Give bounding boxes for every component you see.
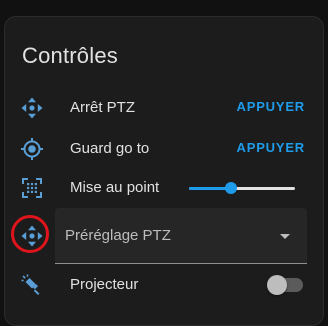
select-value: Préréglage PTZ xyxy=(65,227,171,244)
crosshair-icon xyxy=(20,137,44,161)
row-ptz-stop: Arrêt PTZ APPUYER xyxy=(5,88,323,128)
move-arrows-icon xyxy=(20,224,44,248)
guard-go-to-press-button[interactable]: APPUYER xyxy=(237,140,305,155)
row-label-ptz-stop: Arrêt PTZ xyxy=(70,99,136,116)
focus-slider[interactable] xyxy=(189,182,295,194)
spotlight-icon xyxy=(20,273,44,297)
row-guard-go-to: Guard go to APPUYER xyxy=(5,129,323,169)
row-spotlight: Projecteur xyxy=(5,265,323,305)
controls-card: Contrôles Arrêt PTZ APPUYER Guard go to … xyxy=(4,16,324,326)
row-label-guard-go-to: Guard go to xyxy=(70,140,150,157)
ptz-preset-select[interactable]: Préréglage PTZ xyxy=(55,208,307,264)
dropdown-arrow-icon xyxy=(280,234,290,239)
toggle-knob xyxy=(267,275,287,295)
row-label-spotlight: Projecteur xyxy=(70,276,139,293)
spotlight-toggle[interactable] xyxy=(267,275,303,295)
row-label-focus: Mise au point xyxy=(70,179,160,196)
ptz-stop-press-button[interactable]: APPUYER xyxy=(237,99,305,114)
slider-thumb[interactable] xyxy=(225,182,238,194)
row-ptz-preset: Préréglage PTZ xyxy=(5,208,323,266)
row-focus: Mise au point xyxy=(5,168,323,208)
card-title: Contrôles xyxy=(22,43,118,68)
move-arrows-icon xyxy=(20,96,44,120)
focus-frame-icon xyxy=(20,176,44,200)
